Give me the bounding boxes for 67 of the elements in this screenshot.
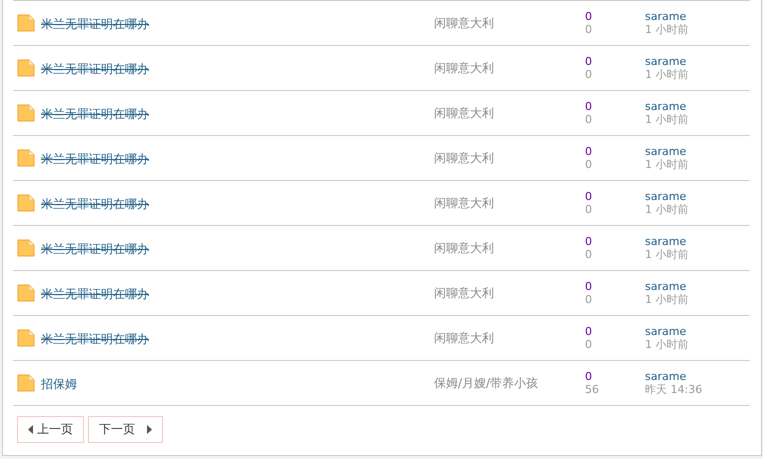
view-count: 0 [585, 248, 593, 261]
view-count: 0 [585, 113, 593, 126]
author-name[interactable]: sarame [645, 370, 702, 383]
thread-title[interactable]: 米兰无罪证明在哪办 [41, 62, 149, 76]
thread-title[interactable]: 米兰无罪证明在哪办 [41, 152, 149, 166]
forum-name[interactable]: 闲聊意大利 [434, 330, 585, 346]
post-time: 1 小时前 [645, 113, 688, 126]
right-arrow-icon [147, 425, 152, 434]
forum-name[interactable]: 闲聊意大利 [434, 60, 585, 76]
view-count: 0 [585, 68, 593, 81]
forum-name[interactable]: 闲聊意大利 [434, 150, 585, 166]
reply-count: 0 [585, 370, 593, 383]
forum-name[interactable]: 闲聊意大利 [434, 194, 585, 212]
view-count: 0 [585, 23, 593, 36]
author-name[interactable]: sarame [645, 145, 688, 158]
forum-name[interactable]: 闲聊意大利 [434, 14, 585, 32]
thread-title[interactable]: 米兰无罪证明在哪办 [41, 17, 149, 31]
left-arrow-icon [28, 425, 33, 434]
folder-icon [17, 194, 35, 212]
author-name[interactable]: sarame [645, 10, 688, 23]
post-time: 1 小时前 [645, 158, 688, 171]
folder-icon [17, 14, 35, 32]
author-name[interactable]: sarame [645, 280, 688, 293]
folder-icon [17, 59, 35, 77]
thread-title[interactable]: 米兰无罪证明在哪办 [41, 332, 149, 346]
author-name[interactable]: sarame [645, 235, 688, 248]
reply-count: 0 [585, 190, 593, 203]
post-time: 1 小时前 [645, 23, 688, 36]
thread-title[interactable]: 米兰无罪证明在哪办 [41, 107, 149, 121]
folder-icon [17, 239, 35, 257]
view-count: 0 [585, 293, 593, 306]
author-name[interactable]: sarame [645, 325, 688, 338]
author-name[interactable]: sarame [645, 100, 688, 113]
view-count: 0 [585, 338, 593, 351]
post-time: 1 小时前 [645, 338, 688, 351]
author-name[interactable]: sarame [645, 190, 688, 203]
thread-title[interactable]: 米兰无罪证明在哪办 [41, 287, 149, 301]
folder-icon [17, 374, 35, 392]
post-time: 1 小时前 [645, 248, 688, 261]
view-count: 56 [585, 383, 600, 396]
reply-count: 0 [585, 325, 593, 338]
thread-title[interactable]: 米兰无罪证明在哪办 [41, 242, 149, 256]
post-time: 1 小时前 [645, 203, 688, 216]
forum-name[interactable]: 闲聊意大利 [434, 284, 585, 302]
folder-icon [17, 284, 35, 302]
thread-title[interactable]: 招保姆 [41, 377, 77, 391]
post-time: 1 小时前 [645, 68, 688, 81]
forum-name[interactable]: 保姆/月嫂/带养小孩 [434, 374, 585, 392]
reply-count: 0 [585, 280, 593, 293]
reply-count: 0 [585, 55, 593, 68]
reply-count: 0 [585, 145, 593, 158]
folder-icon [17, 149, 35, 167]
next-page-button[interactable]: 下一页 [88, 416, 163, 443]
forum-name[interactable]: 闲聊意大利 [434, 240, 585, 256]
post-time: 昨天 14:36 [645, 383, 702, 396]
thread-title[interactable]: 米兰无罪证明在哪办 [41, 197, 149, 211]
author-name[interactable]: sarame [645, 55, 688, 68]
folder-icon [17, 104, 35, 122]
view-count: 0 [585, 158, 593, 171]
reply-count: 0 [585, 235, 593, 248]
forum-name[interactable]: 闲聊意大利 [434, 104, 585, 122]
post-time: 1 小时前 [645, 293, 688, 306]
reply-count: 0 [585, 10, 593, 23]
reply-count: 0 [585, 100, 593, 113]
previous-page-button[interactable]: 上一页 [17, 416, 84, 443]
view-count: 0 [585, 203, 593, 216]
folder-icon [17, 329, 35, 347]
